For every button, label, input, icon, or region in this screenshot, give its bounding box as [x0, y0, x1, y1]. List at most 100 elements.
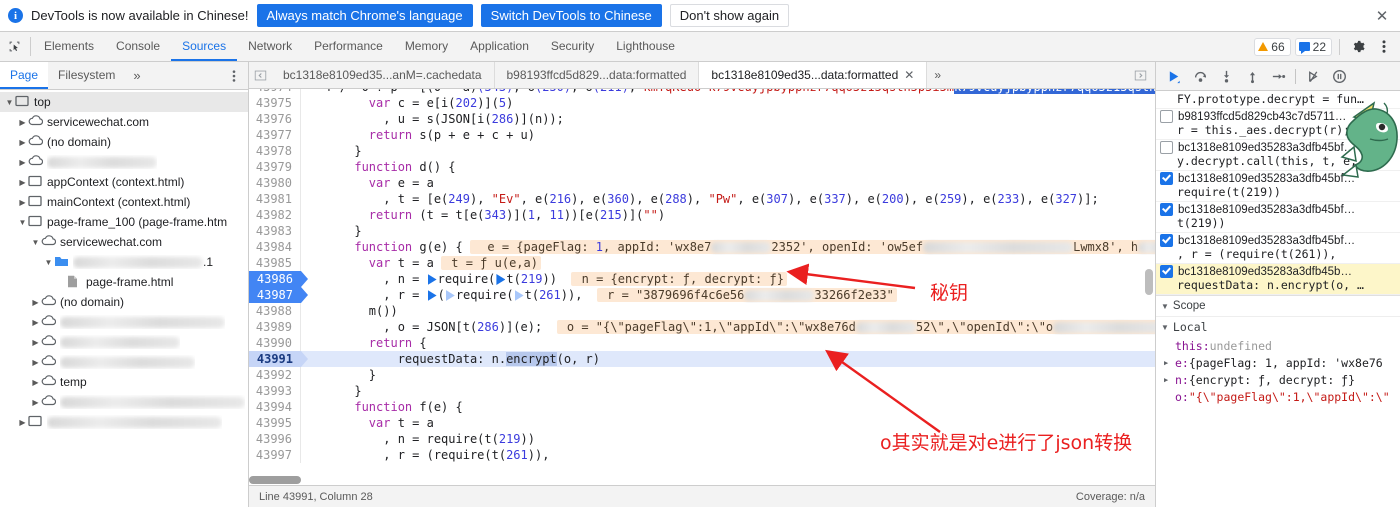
code-line[interactable]: 43981 , t = [e(249), "Ev", e(216), e(360… — [249, 191, 1155, 207]
code-line-breakpoint[interactable]: 43987 , r = (require(t(261)), r = "38796… — [249, 287, 1155, 303]
line-number[interactable]: 43988 — [249, 303, 301, 319]
breakpoint-item[interactable]: bc1318e8109ed35283a3dfb45bf… y.decrypt.ca… — [1156, 140, 1400, 171]
chevron-right-icon[interactable] — [30, 378, 41, 387]
chevron-right-icon[interactable] — [17, 158, 28, 167]
code-line[interactable]: 43980 var e = a — [249, 175, 1155, 191]
inline-step-icon[interactable] — [427, 274, 437, 285]
source-code-view[interactable]: 43974 f /= 0 ? p = [(0 - a)(343), o(230)… — [249, 89, 1155, 485]
breakpoint-checkbox[interactable] — [1160, 265, 1173, 278]
step-out-icon[interactable] — [1240, 65, 1264, 87]
line-number[interactable]: 43989 — [249, 319, 301, 335]
tab-application[interactable]: Application — [459, 32, 540, 61]
chevron-right-icon[interactable] — [17, 138, 28, 147]
step-icon[interactable] — [1266, 65, 1290, 87]
inspect-cursor-icon[interactable] — [0, 32, 28, 61]
tree-item[interactable]: .1 — [0, 252, 248, 272]
chevron-right-icon[interactable] — [30, 298, 41, 307]
navigator-file-tree[interactable]: top servicewechat.com (no domain) appContex… — [0, 90, 248, 507]
breakpoint-checkbox[interactable] — [1160, 234, 1173, 247]
line-number[interactable]: 43992 — [249, 367, 301, 383]
tree-item[interactable]: page-frame.html — [0, 272, 248, 292]
chevron-right-icon[interactable] — [30, 358, 41, 367]
line-number[interactable]: 43985 — [249, 255, 301, 271]
code-line[interactable]: 43989 , o = JSON[t(286)](e); o = "{\"pag… — [249, 319, 1155, 335]
breakpoint-checkbox[interactable] — [1160, 172, 1173, 185]
chevron-down-icon[interactable] — [30, 238, 41, 247]
code-line[interactable]: 43997 , r = (require(t(261)), — [249, 447, 1155, 463]
kebab-menu-icon[interactable] — [1373, 36, 1395, 58]
tree-item[interactable] — [0, 352, 248, 372]
line-number[interactable]: 43997 — [249, 447, 301, 463]
code-line[interactable]: 43983 } — [249, 223, 1155, 239]
line-number[interactable]: 43984 — [249, 239, 301, 255]
breakpoint-item[interactable]: bc1318e8109ed35283a3dfb45b… requestData: … — [1156, 264, 1400, 295]
tree-item[interactable]: mainContext (context.html) — [0, 192, 248, 212]
tab-memory[interactable]: Memory — [394, 32, 459, 61]
switch-to-chinese-button[interactable]: Switch DevTools to Chinese — [480, 4, 662, 27]
editor-tab-cachedata[interactable]: bc1318e8109ed35...anM=.cachedata — [271, 62, 495, 88]
close-icon[interactable]: ✕ — [1372, 6, 1392, 26]
chevron-right-icon[interactable]: ▶ — [1164, 359, 1175, 367]
breakpoint-checkbox[interactable] — [1160, 110, 1173, 123]
code-line[interactable]: 43984 function g(e) { e = {pageFlag: 1, … — [249, 239, 1155, 255]
code-line[interactable]: 43976 , u = s(JSON[i(286)](n)); — [249, 111, 1155, 127]
next-tab-icon[interactable] — [1129, 69, 1151, 82]
pause-on-exceptions-icon[interactable] — [1327, 65, 1351, 87]
chevron-right-icon[interactable] — [30, 398, 41, 407]
code-line[interactable]: 43992 } — [249, 367, 1155, 383]
breakpoint-item[interactable]: FY.prototype.decrypt = fun… — [1156, 91, 1400, 109]
code-line[interactable]: 43985 var t = a t = ƒ u(e,a) — [249, 255, 1155, 271]
line-number[interactable]: 43994 — [249, 399, 301, 415]
step-over-icon[interactable] — [1188, 65, 1212, 87]
code-line[interactable]: 43988 m()) — [249, 303, 1155, 319]
line-number[interactable]: 43993 — [249, 383, 301, 399]
chevron-right-icon[interactable]: ▶ — [1164, 376, 1175, 384]
tree-item[interactable]: top — [0, 92, 248, 112]
inline-step-icon[interactable] — [445, 290, 455, 301]
scope-variable-row[interactable]: this: undefined — [1156, 337, 1400, 354]
code-line[interactable]: 43979 function d() { — [249, 159, 1155, 175]
tree-item[interactable]: temp — [0, 372, 248, 392]
line-number[interactable]: 43976 — [249, 111, 301, 127]
code-line[interactable]: 43996 , n = require(t(219)) — [249, 431, 1155, 447]
chevron-right-icon[interactable] — [30, 318, 41, 327]
code-line[interactable]: 43977 return s(p + e + c + u) — [249, 127, 1155, 143]
editor-more-tabs-icon[interactable]: » — [927, 62, 948, 88]
scope-section-header[interactable]: ▼ Scope — [1156, 296, 1400, 317]
tree-item[interactable] — [0, 412, 248, 432]
horizontal-scrollbar[interactable] — [249, 476, 301, 484]
line-number[interactable]: 43986 — [249, 271, 308, 287]
editor-tab-bc1318-formatted[interactable]: bc1318e8109ed35...data:formatted ✕ — [699, 62, 928, 88]
breakpoint-checkbox[interactable] — [1160, 91, 1173, 92]
breakpoint-checkbox[interactable] — [1160, 141, 1173, 154]
tab-security[interactable]: Security — [540, 32, 605, 61]
breakpoint-item[interactable]: bc1318e8109ed35283a3dfb45bf…, r = (requi… — [1156, 233, 1400, 264]
prev-tab-icon[interactable] — [249, 62, 271, 88]
tree-item[interactable]: servicewechat.com — [0, 232, 248, 252]
code-line[interactable]: 43978 } — [249, 143, 1155, 159]
tree-item[interactable]: (no domain) — [0, 292, 248, 312]
tree-item[interactable]: (no domain) — [0, 132, 248, 152]
line-number[interactable]: 43983 — [249, 223, 301, 239]
nav-tab-filesystem[interactable]: Filesystem — [48, 62, 125, 89]
chevron-down-icon[interactable] — [43, 258, 54, 267]
tree-item[interactable]: appContext (context.html) — [0, 172, 248, 192]
inline-step-icon[interactable] — [427, 290, 437, 301]
breakpoint-item[interactable]: b98193ffcd5d829cb43c7d5711… r = this._aes… — [1156, 109, 1400, 140]
breakpoint-checkbox[interactable] — [1160, 203, 1173, 216]
tree-item[interactable] — [0, 152, 248, 172]
code-line[interactable]: 43993 } — [249, 383, 1155, 399]
breakpoint-item[interactable]: bc1318e8109ed35283a3dfb45bf… require(t(21… — [1156, 171, 1400, 202]
close-icon[interactable]: ✕ — [904, 68, 914, 82]
tab-elements[interactable]: Elements — [33, 32, 105, 61]
code-line[interactable]: 43995 var t = a — [249, 415, 1155, 431]
code-line-executing[interactable]: 43991 requestData: n.encrypt(o, r) — [249, 351, 1155, 367]
deactivate-breakpoints-icon[interactable] — [1301, 65, 1325, 87]
tree-item[interactable] — [0, 312, 248, 332]
line-number[interactable]: 43982 — [249, 207, 301, 223]
chevron-right-icon[interactable] — [30, 338, 41, 347]
tab-lighthouse[interactable]: Lighthouse — [605, 32, 686, 61]
chevron-right-icon[interactable] — [17, 118, 28, 127]
gear-icon[interactable] — [1347, 36, 1369, 58]
nav-tab-page[interactable]: Page — [0, 62, 49, 89]
